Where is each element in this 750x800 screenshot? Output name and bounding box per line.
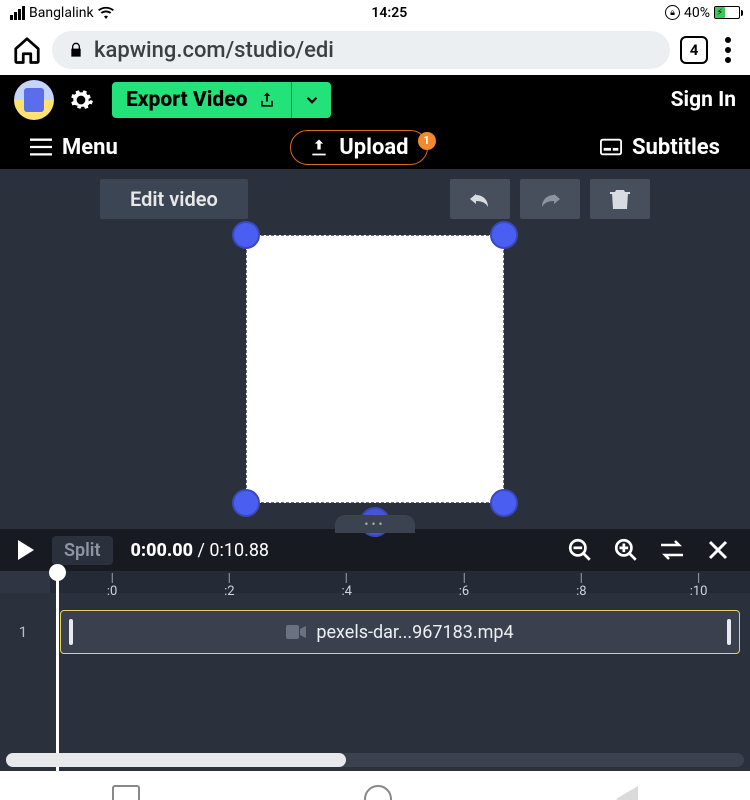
timeline-track: 1 pexels-dar...967183.mp4	[0, 609, 750, 655]
export-button[interactable]: Export Video	[112, 82, 291, 118]
canvas-content[interactable]	[246, 235, 504, 503]
fit-button[interactable]	[658, 536, 686, 564]
tab-menu[interactable]: Menu	[30, 135, 118, 160]
carrier-label: Banglalink	[29, 5, 94, 21]
timeline-scrollbar[interactable]	[6, 753, 744, 767]
overflow-menu-icon[interactable]	[718, 37, 738, 63]
app-header: Export Video Sign In Menu Upload	[0, 75, 750, 169]
ruler-tick: :8	[576, 573, 586, 599]
clip-trim-left[interactable]	[69, 619, 73, 645]
zoom-in-icon	[613, 537, 639, 563]
share-icon	[257, 90, 277, 110]
time-display: 0:00.00 / 0:10.88	[131, 540, 270, 561]
zoom-out-button[interactable]	[566, 536, 594, 564]
signal-icon	[10, 6, 25, 20]
video-icon	[286, 625, 306, 639]
ruler-tick: :10	[690, 573, 708, 599]
battery-icon: ⚡︎	[714, 6, 740, 19]
redo-icon	[536, 190, 564, 208]
clip-label: pexels-dar...967183.mp4	[316, 622, 513, 643]
lock-icon	[68, 41, 84, 59]
wifi-icon	[98, 6, 114, 20]
upload-icon	[309, 137, 329, 157]
resize-handle-tr[interactable]	[490, 221, 518, 249]
export-label: Export Video	[126, 88, 247, 112]
nav-recents[interactable]	[112, 785, 140, 800]
total-time: 0:10.88	[209, 540, 269, 561]
android-nav-bar	[0, 771, 750, 800]
browser-chrome: kapwing.com/studio/edi 4	[0, 25, 750, 75]
gear-icon[interactable]	[68, 87, 94, 113]
status-right: 🔒︎ 40% ⚡︎	[665, 5, 740, 21]
resize-handle-tl[interactable]	[232, 221, 260, 249]
scrollbar-thumb[interactable]	[6, 753, 346, 767]
clip-trim-right[interactable]	[727, 619, 731, 645]
url-bar[interactable]: kapwing.com/studio/edi	[52, 31, 670, 69]
redo-button[interactable]	[520, 179, 580, 219]
sign-in-link[interactable]: Sign In	[671, 88, 736, 112]
close-timeline-button[interactable]	[704, 536, 732, 564]
timeline: :0:2:4:6:8:10 1 pexels-dar...967183.mp4	[0, 571, 750, 771]
timeline-ruler[interactable]: :0:2:4:6:8:10	[0, 571, 750, 593]
battery-pct: 40%	[684, 5, 710, 21]
url-text: kapwing.com/studio/edi	[94, 38, 334, 63]
delete-button[interactable]	[590, 179, 650, 219]
split-button[interactable]: Split	[52, 536, 113, 565]
export-dropdown[interactable]	[291, 82, 331, 118]
zoom-in-button[interactable]	[612, 536, 640, 564]
upload-badge: 1	[418, 132, 436, 150]
canvas-stage[interactable]	[240, 229, 510, 509]
undo-icon	[466, 190, 494, 208]
tab-upload-label: Upload	[339, 135, 408, 160]
ruler-tick: :4	[341, 573, 351, 599]
export-group: Export Video	[112, 82, 331, 118]
playhead[interactable]	[56, 571, 59, 771]
canvas-toolbar: Edit video	[0, 179, 750, 219]
hamburger-icon	[30, 138, 52, 156]
nav-back[interactable]	[616, 786, 638, 800]
nav-home[interactable]	[364, 785, 392, 800]
subtitles-icon	[600, 138, 622, 156]
resize-handle-bl[interactable]	[232, 489, 260, 517]
status-bar: Banglalink 14:25 🔒︎ 40% ⚡︎	[0, 0, 750, 25]
trash-icon	[610, 188, 630, 210]
swap-icon	[659, 539, 685, 561]
resize-handle-br[interactable]	[490, 489, 518, 517]
drag-handle[interactable]: •••	[335, 515, 415, 533]
rotation-lock-icon: 🔒︎	[665, 5, 680, 20]
tab-upload[interactable]: Upload 1	[290, 130, 427, 165]
tab-subtitles-label: Subtitles	[632, 135, 720, 160]
track-number: 1	[0, 623, 46, 641]
tab-menu-label: Menu	[62, 135, 118, 160]
zoom-out-icon	[567, 537, 593, 563]
play-button[interactable]	[18, 540, 34, 560]
timeline-clip[interactable]: pexels-dar...967183.mp4	[60, 610, 740, 654]
home-icon[interactable]	[12, 35, 42, 65]
chevron-down-icon	[303, 91, 321, 109]
edit-video-button[interactable]: Edit video	[100, 179, 248, 219]
ruler-tick: :0	[107, 573, 117, 599]
close-icon	[706, 538, 730, 562]
canvas-area: Edit video •••	[0, 169, 750, 529]
status-left: Banglalink	[10, 5, 114, 21]
avatar[interactable]	[14, 80, 54, 120]
tab-subtitles[interactable]: Subtitles	[600, 135, 720, 160]
ruler-tick: :2	[224, 573, 234, 599]
tab-count[interactable]: 4	[680, 36, 708, 64]
current-time: 0:00.00	[131, 540, 193, 561]
undo-button[interactable]	[450, 179, 510, 219]
ruler-tick: :6	[459, 573, 469, 599]
status-time: 14:25	[114, 5, 665, 21]
